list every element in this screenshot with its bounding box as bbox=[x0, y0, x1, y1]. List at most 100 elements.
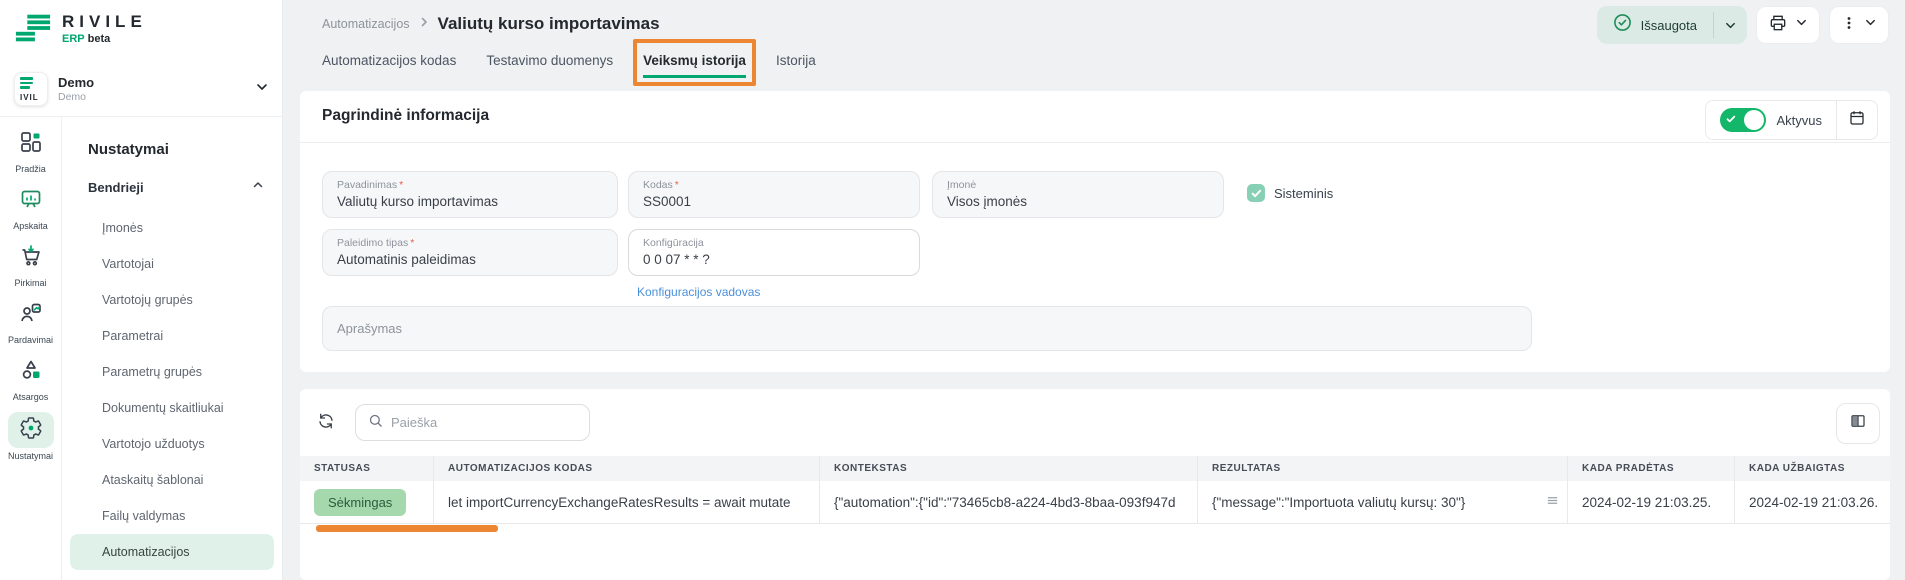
active-toggle[interactable]: Aktyvus bbox=[1706, 108, 1836, 132]
active-toggle-box: Aktyvus bbox=[1705, 100, 1878, 140]
workspace-subtitle: Demo bbox=[58, 91, 255, 103]
system-checkbox[interactable]: Sisteminis bbox=[1247, 184, 1333, 202]
printer-icon bbox=[1768, 13, 1788, 38]
company-field-value: Visos įmonės bbox=[947, 194, 1209, 209]
settings-gear-icon bbox=[19, 416, 43, 445]
cell-automation-code: let importCurrencyExchangeRatesResults =… bbox=[434, 481, 820, 523]
rail-item-pirkimai[interactable]: Pirkimai bbox=[0, 241, 62, 298]
chevron-right-icon bbox=[418, 15, 430, 33]
cell-finished-at: 2024-02-19 21:03.26. bbox=[1735, 481, 1890, 523]
cell-expand-icon[interactable] bbox=[1546, 494, 1559, 510]
column-header-kada-uzbaigtas: KADA UŽBAIGTAS bbox=[1735, 456, 1890, 481]
breadcrumb-parent-link[interactable]: Automatizacijos bbox=[322, 17, 410, 31]
sidebar-item-imones[interactable]: Įmonės bbox=[62, 210, 282, 246]
column-header-automatizacijos-kodas: AUTOMATIZACIJOS KODAS bbox=[434, 456, 820, 481]
menu-heading: Nustatymai bbox=[62, 117, 282, 158]
tab-veiksmu-istorija[interactable]: Veiksmų istorija bbox=[643, 53, 746, 78]
refresh-button[interactable] bbox=[312, 409, 340, 437]
cell-context: {"automation":{"id":"73465cb8-a224-4bd3-… bbox=[820, 481, 1198, 523]
menu-group-bendrieji[interactable]: Bendrieji bbox=[62, 158, 282, 196]
search-box bbox=[355, 404, 590, 441]
column-header-statusas: STATUSAS bbox=[300, 456, 434, 481]
table-toolbar bbox=[300, 389, 1890, 456]
table-header-row: STATUSAS AUTOMATIZACIJOS KODAS KONTEKSTA… bbox=[300, 456, 1890, 481]
chevron-down-icon bbox=[1795, 16, 1808, 34]
more-options-button[interactable] bbox=[1829, 6, 1889, 44]
chevron-down-icon[interactable] bbox=[255, 80, 269, 99]
code-field[interactable]: Kodas* SS0001 bbox=[628, 171, 920, 218]
chevron-down-icon bbox=[1864, 16, 1877, 34]
table-row[interactable]: Sėkmingas let importCurrencyExchangeRate… bbox=[300, 481, 1890, 524]
saved-button-label: Išsaugota bbox=[1641, 18, 1697, 33]
rail-item-atsargos[interactable]: Atsargos bbox=[0, 355, 62, 412]
rail-item-nustatymai[interactable]: Nustatymai bbox=[0, 412, 62, 469]
tab-bar: Automatizacijos kodas Testavimo duomenys… bbox=[322, 48, 816, 78]
saved-dropdown-toggle[interactable] bbox=[1714, 6, 1747, 44]
code-field-value: SS0001 bbox=[643, 194, 905, 209]
toggle-switch[interactable] bbox=[1720, 108, 1766, 132]
required-asterisk: * bbox=[675, 179, 679, 191]
page-title: Valiutų kurso importavimas bbox=[438, 14, 660, 34]
system-checkbox-label: Sisteminis bbox=[1274, 186, 1333, 201]
sidebar-menu: Nustatymai Bendrieji Įmonės Vartotojai V… bbox=[62, 117, 282, 580]
name-field-value: Valiutų kurso importavimas bbox=[337, 194, 603, 209]
search-input[interactable] bbox=[391, 415, 577, 430]
check-circle-icon bbox=[1613, 13, 1632, 37]
sidebar-item-dokumentu-skaitliukai[interactable]: Dokumentų skaitliukai bbox=[62, 390, 282, 426]
checkbox-checked-icon[interactable] bbox=[1247, 184, 1265, 202]
rail-item-pradzia[interactable]: Pradžia bbox=[0, 127, 62, 184]
print-button[interactable] bbox=[1756, 6, 1820, 44]
action-history-card: STATUSAS AUTOMATIZACIJOS KODAS KONTEKSTA… bbox=[300, 389, 1890, 580]
tab-testavimo-duomenys[interactable]: Testavimo duomenys bbox=[486, 53, 613, 78]
sidebar-item-parametrai[interactable]: Parametrai bbox=[62, 318, 282, 354]
rail-item-pardavimai[interactable]: Pardavimai bbox=[0, 298, 62, 355]
name-field[interactable]: Pavadinimas* Valiutų kurso importavimas bbox=[322, 171, 618, 218]
description-field[interactable]: Aprašymas bbox=[322, 306, 1532, 351]
sidebar-item-automatizacijos[interactable]: Automatizacijos bbox=[70, 534, 274, 570]
icon-rail: Pradžia Apskaita bbox=[0, 117, 62, 580]
accounting-board-icon bbox=[19, 187, 43, 216]
column-settings-button[interactable] bbox=[1836, 403, 1880, 444]
divider bbox=[300, 142, 1890, 143]
card-title: Pagrindinė informacija bbox=[322, 107, 489, 125]
main-content: Automatizacijos Valiutų kurso importavim… bbox=[283, 0, 1905, 580]
inventory-shapes-icon bbox=[19, 358, 43, 387]
workspace-selector[interactable]: IVIL Demo Demo bbox=[0, 66, 283, 112]
breadcrumb: Automatizacijos Valiutų kurso importavim… bbox=[322, 14, 660, 34]
tab-automatizacijos-kodas[interactable]: Automatizacijos kodas bbox=[322, 53, 456, 78]
main-info-card: Pagrindinė informacija Aktyvus bbox=[300, 91, 1890, 372]
columns-icon bbox=[1849, 412, 1867, 435]
cell-result: {"message":"Importuota valiutų kursų: 30… bbox=[1198, 481, 1568, 523]
brand-beta-label: beta bbox=[88, 33, 111, 45]
header-actions: Išsaugota bbox=[1597, 6, 1889, 44]
company-field[interactable]: Įmonė Visos įmonės bbox=[932, 171, 1224, 218]
sidebar-item-parametru-grupes[interactable]: Parametrų grupės bbox=[62, 354, 282, 390]
tab-istorija[interactable]: Istorija bbox=[776, 53, 816, 78]
home-grid-icon bbox=[19, 130, 43, 159]
sidebar-item-vartotoju-grupes[interactable]: Vartotojų grupės bbox=[62, 282, 282, 318]
chevron-up-icon bbox=[252, 178, 264, 196]
configuration-field-value: 0 0 07 * * ? bbox=[643, 252, 905, 267]
launch-type-field[interactable]: Paleidimo tipas* Automatinis paleidimas bbox=[322, 229, 618, 276]
rail-item-apskaita[interactable]: Apskaita bbox=[0, 184, 62, 241]
schedule-calendar-button[interactable] bbox=[1837, 101, 1877, 139]
workspace-name: Demo bbox=[58, 75, 255, 90]
annotation-underline-status bbox=[316, 525, 498, 532]
rivile-logo-icon bbox=[14, 12, 52, 49]
sidebar-item-vartotojo-uzduotys[interactable]: Vartotojo užduotys bbox=[62, 426, 282, 462]
cell-started-at: 2024-02-19 21:03.25. bbox=[1568, 481, 1735, 523]
saved-button[interactable]: Išsaugota bbox=[1597, 6, 1747, 44]
configuration-guide-link[interactable]: Konfiguracijos vadovas bbox=[637, 285, 760, 299]
kebab-menu-icon bbox=[1841, 15, 1857, 36]
sales-person-chart-icon bbox=[19, 301, 43, 330]
brand-name: RIVILE bbox=[62, 12, 147, 32]
sidebar-item-failu-valdymas[interactable]: Failų valdymas bbox=[62, 498, 282, 534]
active-toggle-label: Aktyvus bbox=[1776, 113, 1822, 128]
required-asterisk: * bbox=[410, 237, 414, 249]
sidebar-item-vartotojai[interactable]: Vartotojai bbox=[62, 246, 282, 282]
search-icon bbox=[368, 413, 383, 433]
brand-erp-label: ERP bbox=[62, 33, 85, 45]
configuration-field[interactable]: Konfigūracija 0 0 07 * * ? bbox=[628, 229, 920, 276]
description-field-label: Aprašymas bbox=[337, 321, 402, 336]
sidebar-item-ataskaitu-sablonai[interactable]: Ataskaitų šablonai bbox=[62, 462, 282, 498]
